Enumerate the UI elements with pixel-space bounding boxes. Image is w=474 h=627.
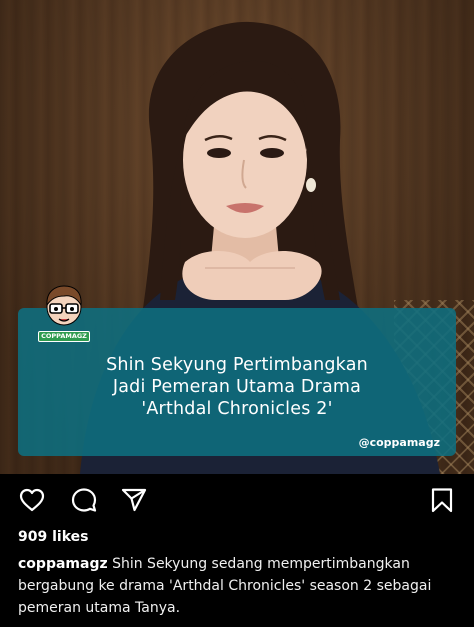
heart-icon[interactable] xyxy=(18,486,46,514)
send-icon[interactable] xyxy=(120,486,148,514)
headline-line-3: 'Arthdal Chronicles 2' xyxy=(141,399,333,419)
post-caption: coppamagz Shin Sekyung sedang mempertimb… xyxy=(18,553,458,619)
headline-line-1: Shin Sekyung Pertimbangkan xyxy=(106,355,368,375)
likes-count[interactable]: 909 likes xyxy=(18,529,88,545)
post-image[interactable]: Shin Sekyung Pertimbangkan Jadi Pemeran … xyxy=(0,0,474,474)
caption-username[interactable]: coppamagz xyxy=(18,556,108,572)
card-handle: @coppamagz xyxy=(358,436,440,449)
comment-icon[interactable] xyxy=(70,486,98,514)
headline-text: Shin Sekyung Pertimbangkan Jadi Pemeran … xyxy=(18,354,456,420)
mascot-label: COPPAMAGZ xyxy=(38,331,90,342)
bookmark-icon[interactable] xyxy=(428,486,456,514)
headline-line-2: Jadi Pemeran Utama Drama xyxy=(112,377,362,397)
